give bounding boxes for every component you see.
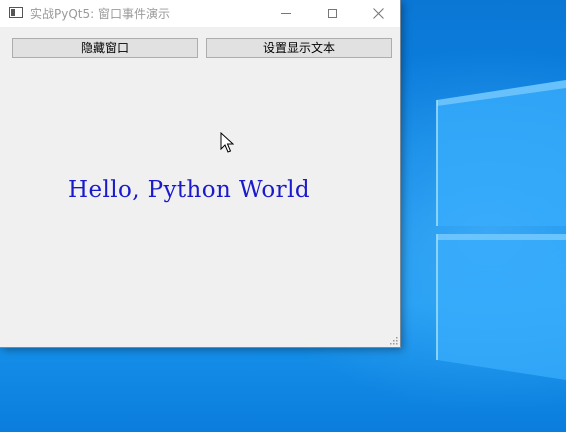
resize-grip-icon[interactable] — [388, 335, 398, 345]
mouse-pointer-icon — [220, 132, 234, 153]
window-client-area: 隐藏窗口 设置显示文本 Hello, Python World — [0, 27, 400, 347]
set-text-button[interactable]: 设置显示文本 — [206, 38, 392, 58]
app-window-icon — [9, 7, 23, 18]
minimize-button[interactable] — [263, 0, 309, 27]
minimize-icon — [281, 13, 291, 14]
maximize-button[interactable] — [309, 0, 355, 27]
hello-label: Hello, Python World — [68, 177, 310, 203]
hide-window-button[interactable]: 隐藏窗口 — [12, 38, 198, 58]
title-bar[interactable]: 实战PyQt5: 窗口事件演示 — [0, 0, 400, 27]
app-window: 实战PyQt5: 窗口事件演示 隐藏窗口 设置显示文本 Hello, Pytho… — [0, 0, 401, 348]
maximize-icon — [327, 9, 337, 18]
window-title: 实战PyQt5: 窗口事件演示 — [30, 7, 170, 21]
close-button[interactable] — [355, 0, 401, 27]
close-icon — [372, 8, 384, 19]
